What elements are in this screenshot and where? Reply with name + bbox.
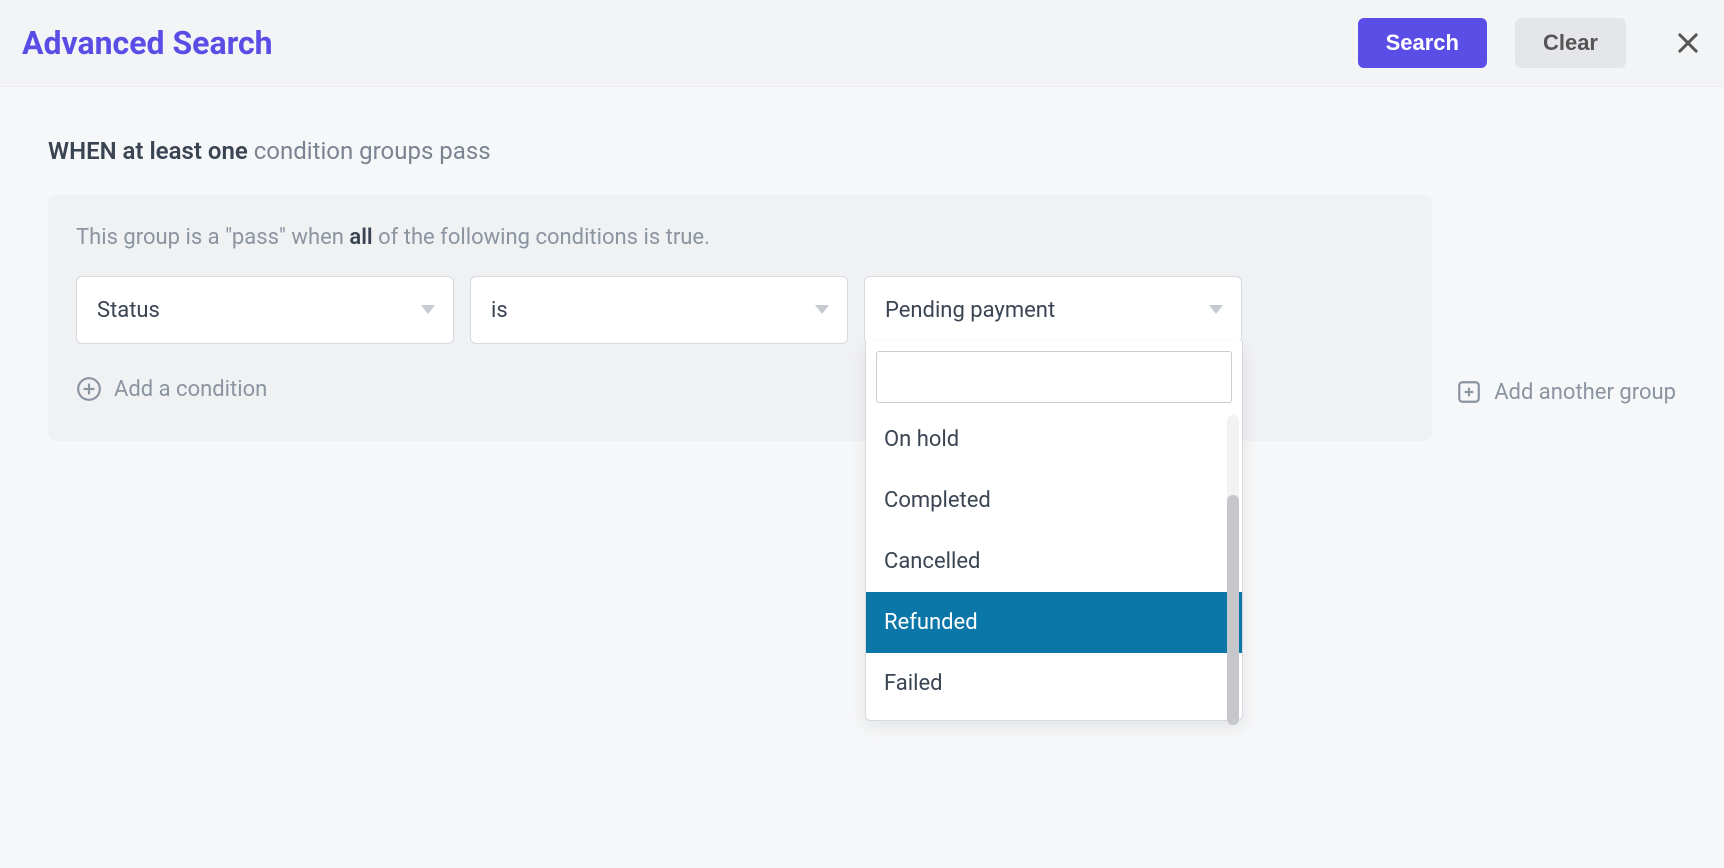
content-area: WHEN at least one condition groups pass …	[0, 87, 1724, 441]
add-condition-label: Add a condition	[114, 377, 267, 402]
condition-row: Status is Pending payment	[76, 276, 1404, 344]
page-title: Advanced Search	[22, 24, 1358, 62]
chevron-down-icon	[421, 305, 435, 315]
group-row: This group is a "pass" when all of the f…	[48, 195, 1676, 441]
scrollbar-thumb[interactable]	[1227, 495, 1239, 725]
operator-select-value: is	[491, 298, 508, 323]
header: Advanced Search Search Clear	[0, 0, 1724, 87]
when-mode[interactable]: at least one	[123, 137, 248, 165]
when-suffix: condition groups pass	[254, 137, 491, 165]
dropdown-option-highlighted[interactable]: Refunded	[866, 592, 1242, 653]
search-button[interactable]: Search	[1358, 18, 1487, 68]
dropdown-option[interactable]: On hold	[866, 409, 1242, 470]
add-group-button[interactable]: Add another group	[1456, 195, 1676, 405]
chevron-down-icon	[815, 305, 829, 315]
operator-select[interactable]: is	[470, 276, 848, 344]
group-desc-mode[interactable]: all	[349, 225, 372, 250]
value-select-value: Pending payment	[885, 298, 1055, 323]
group-desc-suffix: of the following conditions is true.	[378, 225, 710, 250]
dropdown-list: On hold Completed Cancelled Refunded Fai…	[866, 409, 1242, 714]
when-prefix: WHEN	[48, 137, 117, 165]
dropdown-option[interactable]: Failed	[866, 653, 1242, 714]
field-select[interactable]: Status	[76, 276, 454, 344]
value-dropdown: On hold Completed Cancelled Refunded Fai…	[865, 341, 1243, 721]
clear-button[interactable]: Clear	[1515, 18, 1626, 68]
value-select[interactable]: Pending payment On hold Completed Cancel…	[864, 276, 1242, 344]
dropdown-search-wrap	[866, 341, 1242, 409]
add-condition-button[interactable]: Add a condition	[76, 376, 267, 402]
dropdown-option[interactable]: Completed	[866, 470, 1242, 531]
plus-square-icon	[1456, 379, 1482, 405]
dropdown-search-input[interactable]	[876, 351, 1232, 403]
condition-group: This group is a "pass" when all of the f…	[48, 195, 1432, 441]
field-select-value: Status	[97, 298, 160, 323]
close-icon[interactable]	[1674, 29, 1702, 57]
plus-circle-icon	[76, 376, 102, 402]
when-clause: WHEN at least one condition groups pass	[48, 137, 1676, 165]
group-desc-prefix: This group is a "pass" when	[76, 225, 344, 250]
add-group-label: Add another group	[1494, 380, 1676, 405]
chevron-down-icon	[1209, 305, 1223, 315]
group-description: This group is a "pass" when all of the f…	[76, 225, 1404, 250]
dropdown-option[interactable]: Cancelled	[866, 531, 1242, 592]
